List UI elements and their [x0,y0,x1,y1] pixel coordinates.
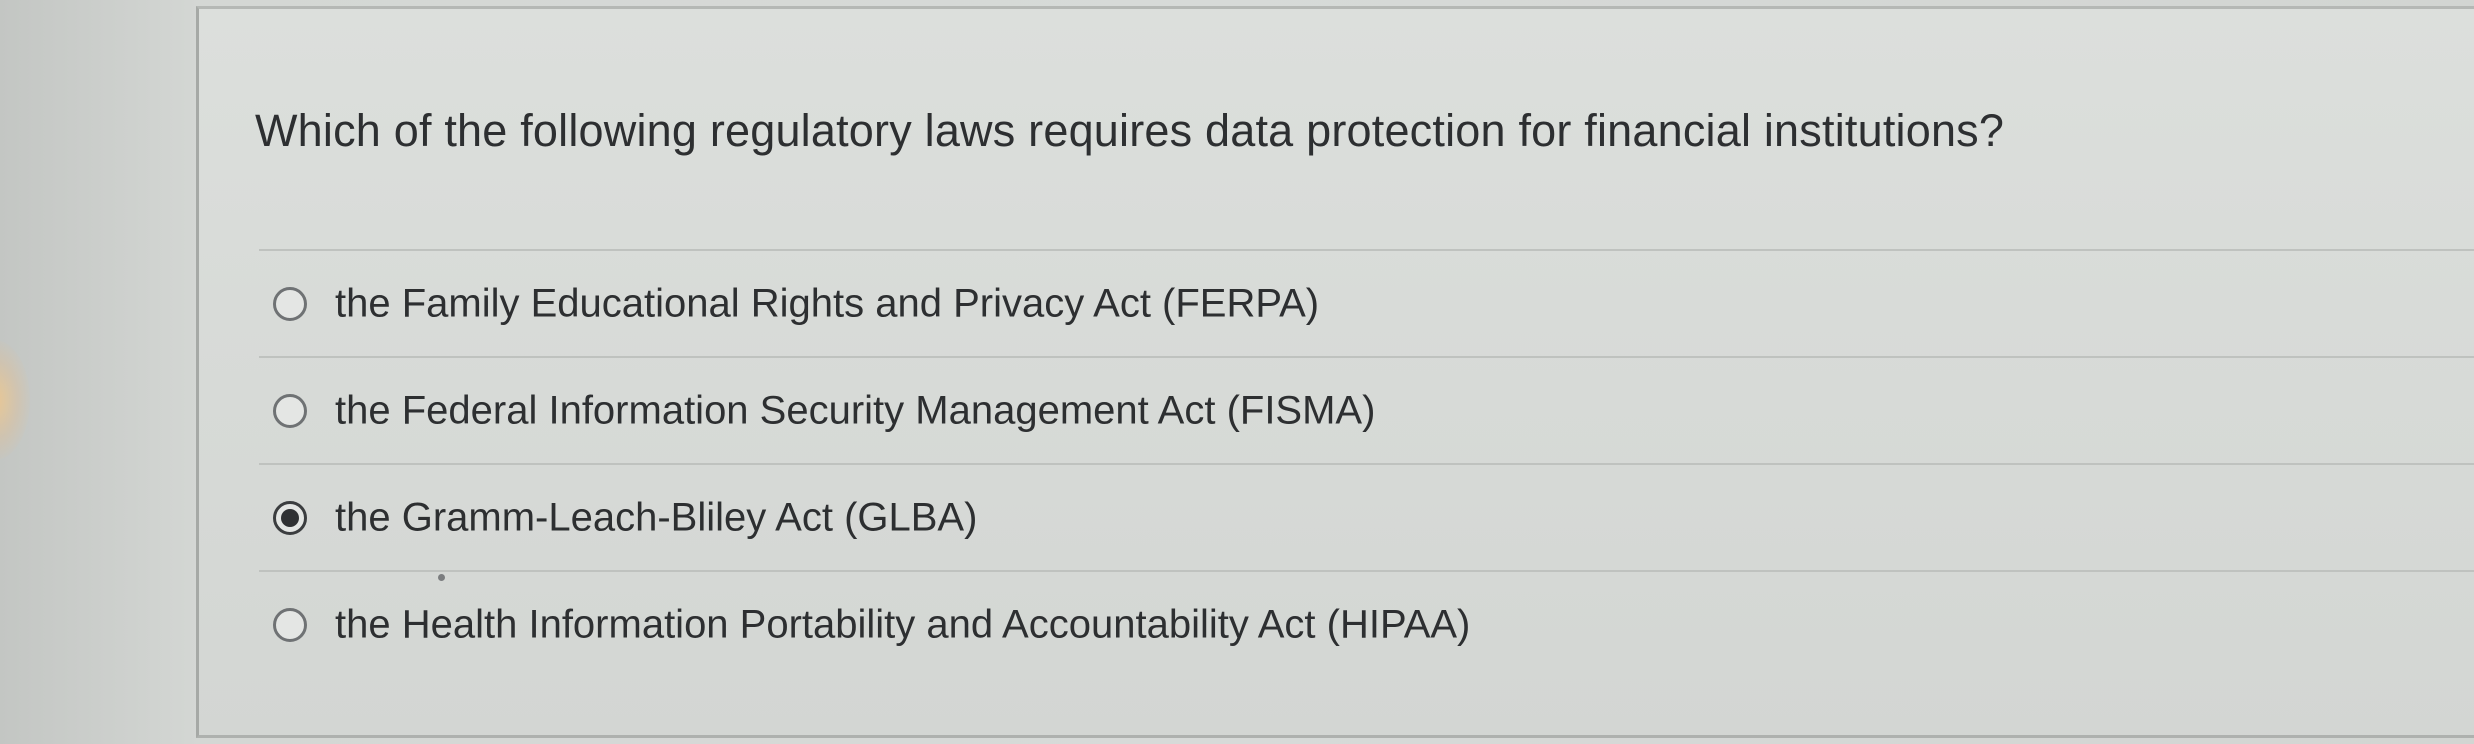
answer-option-fisma[interactable]: the Federal Information Security Managem… [259,356,2474,463]
question-text: Which of the following regulatory laws r… [255,105,2005,156]
answer-option-label[interactable]: the Health Information Portability and A… [335,602,1470,647]
radio-button-unselected[interactable] [273,607,307,642]
answer-option-label[interactable]: the Federal Information Security Managem… [335,388,1375,433]
answer-option-label[interactable]: the Gramm-Leach-Bliley Act (GLBA) [335,495,977,540]
radio-button-selected[interactable] [273,500,307,535]
radio-button-unselected[interactable] [273,286,307,321]
screen-speck [438,574,445,581]
answer-option-hipaa[interactable]: the Health Information Portability and A… [259,570,2474,677]
glare [0,340,30,460]
radio-button-unselected[interactable] [273,393,307,428]
answer-option-ferpa[interactable]: the Family Educational Rights and Privac… [259,249,2474,356]
answer-option-label[interactable]: the Family Educational Rights and Privac… [335,281,1319,326]
answer-options: the Family Educational Rights and Privac… [259,249,2474,677]
question-card: Which of the following regulatory laws r… [196,6,2474,738]
quiz-screen: Which of the following regulatory laws r… [0,0,2474,744]
answer-option-glba[interactable]: the Gramm-Leach-Bliley Act (GLBA) [259,463,2474,570]
